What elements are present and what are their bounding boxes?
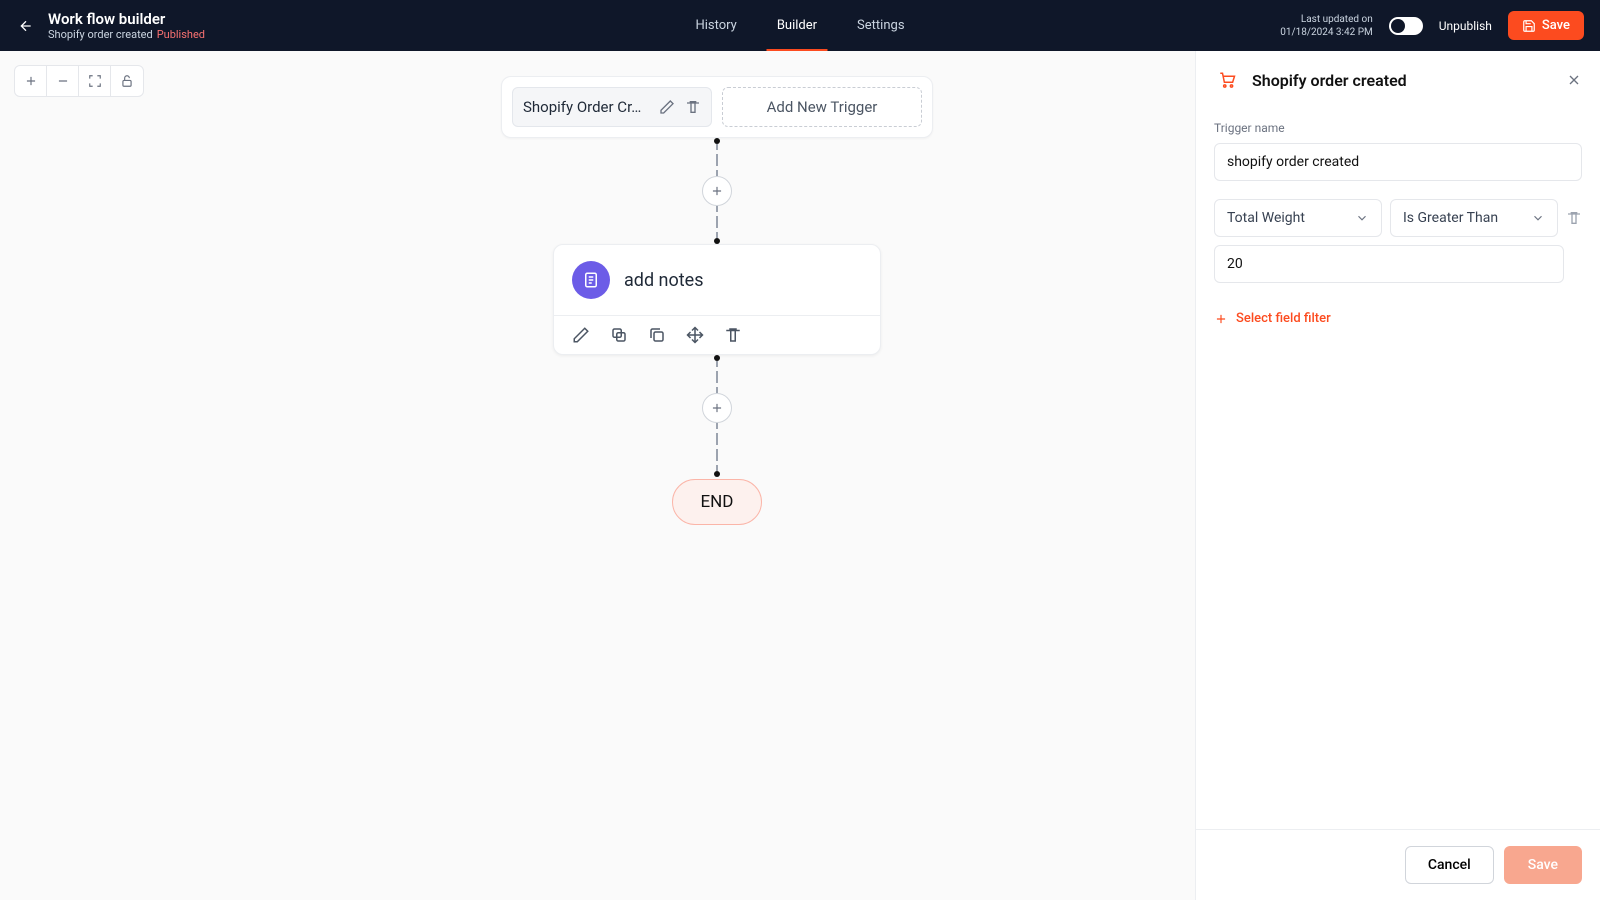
zoom-out-button[interactable] [47,66,79,96]
panel-footer: Cancel Save [1196,829,1600,900]
zoom-in-button[interactable] [15,66,47,96]
panel-save-button[interactable]: Save [1504,846,1582,884]
trash-icon[interactable] [724,326,742,344]
filter-row: Total Weight Is Greater Than [1214,199,1582,237]
app-header: Work flow builder Shopify order createdP… [0,0,1600,51]
unpublish-label: Unpublish [1439,19,1492,33]
pencil-icon[interactable] [659,99,675,115]
pencil-icon[interactable] [572,326,590,344]
trigger-label: Shopify Order Cr… [523,98,649,116]
save-icon [1522,19,1536,33]
fullscreen-button[interactable] [79,66,111,96]
add-node-button[interactable] [702,176,732,206]
end-node: END [672,479,763,525]
trash-icon[interactable] [1566,210,1582,226]
duplicate-icon[interactable] [648,326,666,344]
note-icon [572,261,610,299]
chevron-down-icon [1531,211,1545,225]
move-icon[interactable] [686,326,704,344]
connector [702,355,732,477]
save-button[interactable]: Save [1508,11,1584,40]
node-add-notes[interactable]: add notes [553,244,881,355]
side-panel: Shopify order created Trigger name Total… [1195,51,1600,900]
last-updated: Last updated on 01/18/2024 3:42 PM [1280,13,1373,39]
connector [702,138,732,244]
page-title: Work flow builder [48,10,205,28]
add-node-button[interactable] [702,393,732,423]
header-left: Work flow builder Shopify order createdP… [16,10,205,41]
title-block: Work flow builder Shopify order createdP… [48,10,205,41]
workflow: Shopify Order Cr… Add New Trigger add no… [502,76,932,525]
lock-button[interactable] [111,66,143,96]
nav-history[interactable]: History [675,0,756,51]
header-right: Last updated on 01/18/2024 3:42 PM Unpub… [1280,11,1584,40]
trigger-group: Shopify Order Cr… Add New Trigger [501,76,933,138]
trigger-chip[interactable]: Shopify Order Cr… [512,87,712,127]
nav-builder[interactable]: Builder [757,0,837,51]
close-icon[interactable] [1566,72,1582,88]
plus-icon [1214,312,1228,326]
panel-title: Shopify order created [1252,71,1554,90]
trash-icon[interactable] [685,99,701,115]
back-arrow-icon[interactable] [16,16,36,36]
filter-field-select[interactable]: Total Weight [1214,199,1382,237]
node-actions [554,315,880,354]
publish-toggle[interactable] [1389,17,1423,35]
filter-operator-select[interactable]: Is Greater Than [1390,199,1558,237]
add-filter-button[interactable]: Select field filter [1214,311,1582,326]
add-trigger-button[interactable]: Add New Trigger [722,87,922,127]
filter-value-input[interactable] [1214,245,1564,283]
canvas-toolbar [14,65,144,97]
nav-settings[interactable]: Settings [837,0,924,51]
copy-icon[interactable] [610,326,628,344]
chevron-down-icon [1355,211,1369,225]
panel-body: Trigger name Total Weight Is Greater Tha… [1196,109,1600,829]
panel-header: Shopify order created [1196,51,1600,109]
node-title: add notes [624,270,704,291]
trigger-name-input[interactable] [1214,143,1582,181]
trigger-name-label: Trigger name [1214,121,1582,135]
cancel-button[interactable]: Cancel [1405,846,1494,884]
page-subtitle: Shopify order createdPublished [48,28,205,41]
cart-icon [1214,67,1240,93]
header-nav: History Builder Settings [675,0,924,51]
